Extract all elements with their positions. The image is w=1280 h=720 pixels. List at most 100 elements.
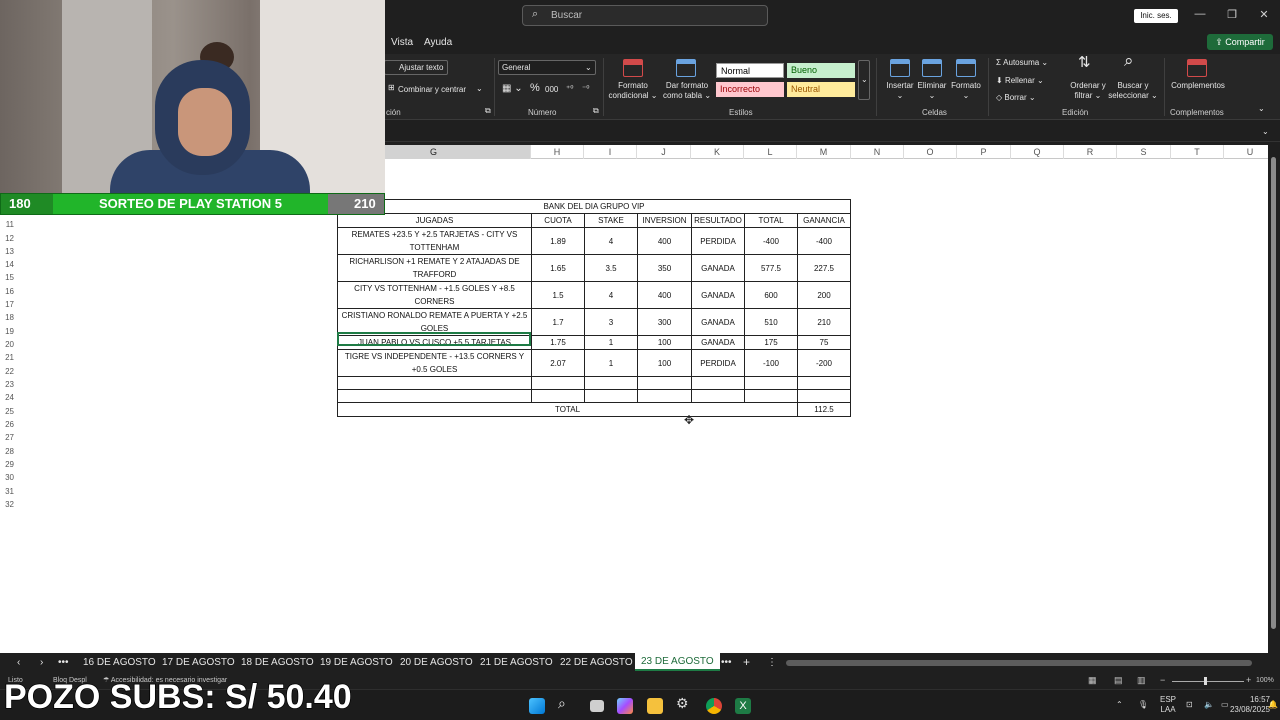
row-header[interactable]: 28 bbox=[0, 447, 16, 456]
style-neutral[interactable]: Neutral bbox=[787, 82, 855, 97]
worksheet[interactable]: GHIJKLMNOPQRSTU 567891011121314151617181… bbox=[0, 145, 1268, 653]
column-header[interactable]: H bbox=[531, 145, 584, 159]
add-sheet-icon[interactable]: + bbox=[743, 655, 750, 669]
bet-value-cell[interactable]: 2.07 bbox=[531, 349, 585, 377]
clock[interactable]: 16:57 23/08/2025 bbox=[1220, 695, 1270, 715]
style-normal[interactable]: Normal bbox=[716, 63, 784, 78]
bet-value-cell[interactable]: GANADA bbox=[691, 335, 745, 350]
close-icon[interactable]: ✕ bbox=[1256, 8, 1272, 21]
bet-value-cell[interactable]: 1.7 bbox=[531, 308, 585, 336]
sheet-tab[interactable]: 19 DE AGOSTO bbox=[320, 657, 393, 668]
bet-value-cell[interactable]: 75 bbox=[797, 335, 851, 350]
empty-cell[interactable] bbox=[531, 389, 585, 403]
header-cell[interactable]: CUOTA bbox=[531, 213, 585, 228]
copilot-icon[interactable] bbox=[617, 698, 633, 714]
file-explorer-icon[interactable] bbox=[647, 698, 663, 714]
chevron-down-icon[interactable]: ⌄ bbox=[476, 84, 483, 94]
header-cell[interactable]: STAKE bbox=[584, 213, 638, 228]
bet-description-cell[interactable]: TIGRE VS INDEPENDENTE - +13.5 CORNERS Y … bbox=[337, 349, 532, 377]
clear-button[interactable]: ◇ Borrar ⌄ bbox=[996, 93, 1036, 103]
row-header[interactable]: 27 bbox=[0, 433, 16, 442]
bet-value-cell[interactable]: PERDIDA bbox=[691, 349, 745, 377]
bet-value-cell[interactable]: 300 bbox=[637, 308, 692, 336]
header-cell[interactable]: INVERSION bbox=[637, 213, 692, 228]
row-header[interactable]: 23 bbox=[0, 380, 16, 389]
row-header[interactable]: 21 bbox=[0, 353, 16, 362]
excel-icon[interactable]: X bbox=[735, 698, 751, 714]
empty-cell[interactable] bbox=[744, 389, 798, 403]
bet-value-cell[interactable]: PERDIDA bbox=[691, 227, 745, 255]
bet-description-cell[interactable]: CRISTIANO RONALDO REMATE A PUERTA Y +2.5… bbox=[337, 308, 532, 336]
row-header[interactable]: 18 bbox=[0, 313, 16, 322]
empty-cell[interactable] bbox=[584, 376, 638, 390]
styles-more-button[interactable]: ⌄ bbox=[858, 60, 870, 100]
insert-button[interactable]: Insertar ⌄ bbox=[884, 81, 916, 101]
column-header[interactable]: O bbox=[904, 145, 957, 159]
page-break-icon[interactable]: ▥ bbox=[1137, 675, 1146, 686]
bet-description-cell[interactable]: REMATES +23.5 Y +2.5 TARJETAS - CITY VS … bbox=[337, 227, 532, 255]
row-header[interactable]: 30 bbox=[0, 473, 16, 482]
windows-start-icon[interactable] bbox=[529, 698, 545, 714]
number-format-select[interactable]: General ⌄ bbox=[498, 60, 596, 75]
chrome-icon[interactable] bbox=[706, 698, 722, 714]
bet-value-cell[interactable]: -100 bbox=[744, 349, 798, 377]
empty-cell[interactable] bbox=[584, 389, 638, 403]
more-sheets-icon[interactable]: ••• bbox=[58, 657, 69, 668]
thousands-icon[interactable]: 000 bbox=[545, 85, 558, 95]
bet-value-cell[interactable]: 1.5 bbox=[531, 281, 585, 309]
search-icon[interactable]: ⌕ bbox=[558, 695, 574, 711]
bet-value-cell[interactable]: 175 bbox=[744, 335, 798, 350]
format-button[interactable]: Formato ⌄ bbox=[949, 81, 983, 101]
row-header[interactable]: 15 bbox=[0, 273, 16, 282]
bet-value-cell[interactable]: 3.5 bbox=[584, 254, 638, 282]
header-cell[interactable]: GANANCIA bbox=[797, 213, 851, 228]
bet-value-cell[interactable]: 1.75 bbox=[531, 335, 585, 350]
bet-value-cell[interactable]: 577.5 bbox=[744, 254, 798, 282]
empty-cell[interactable] bbox=[744, 376, 798, 390]
column-header[interactable]: M bbox=[797, 145, 851, 159]
bet-value-cell[interactable]: 100 bbox=[637, 335, 692, 350]
search-box[interactable]: ⌕ Buscar bbox=[522, 5, 768, 26]
empty-cell[interactable] bbox=[691, 376, 745, 390]
row-header[interactable]: 13 bbox=[0, 247, 16, 256]
row-header[interactable]: 24 bbox=[0, 393, 16, 402]
total-value[interactable]: 112.5 bbox=[797, 402, 851, 417]
bet-value-cell[interactable]: 227.5 bbox=[797, 254, 851, 282]
wrap-text-button[interactable]: Ajustar texto bbox=[384, 60, 448, 75]
tab-ayuda[interactable]: Ayuda bbox=[424, 37, 452, 48]
zoom-in-icon[interactable]: + bbox=[1246, 675, 1251, 685]
row-header[interactable]: 29 bbox=[0, 460, 16, 469]
zoom-level[interactable]: 100% bbox=[1256, 677, 1274, 684]
table-format-button[interactable]: Dar formato como tabla ⌄ bbox=[660, 81, 714, 101]
bet-value-cell[interactable]: 1 bbox=[584, 335, 638, 350]
sheet-tab[interactable]: 21 DE AGOSTO bbox=[480, 657, 553, 668]
column-header[interactable]: I bbox=[584, 145, 637, 159]
column-header[interactable]: J bbox=[637, 145, 691, 159]
bet-value-cell[interactable]: 4 bbox=[584, 281, 638, 309]
column-header[interactable]: K bbox=[691, 145, 744, 159]
bet-value-cell[interactable]: 400 bbox=[637, 281, 692, 309]
bet-value-cell[interactable]: 4 bbox=[584, 227, 638, 255]
column-header[interactable]: R bbox=[1064, 145, 1117, 159]
bet-value-cell[interactable]: 200 bbox=[797, 281, 851, 309]
addins-button[interactable]: Complementos bbox=[1168, 81, 1228, 91]
share-button[interactable]: ⇪ Compartir bbox=[1207, 34, 1273, 50]
find-select-button[interactable]: Buscar y seleccionar ⌄ bbox=[1106, 81, 1160, 101]
bet-description-cell[interactable]: RICHARLISON +1 REMATE Y 2 ATAJADAS DE TR… bbox=[337, 254, 532, 282]
zoom-out-icon[interactable]: − bbox=[1160, 675, 1165, 685]
dialog-launcher-icon[interactable]: ⧉ bbox=[593, 106, 599, 116]
sort-filter-button[interactable]: Ordenar y filtrar ⌄ bbox=[1064, 81, 1112, 101]
empty-cell[interactable] bbox=[337, 376, 532, 390]
page-layout-icon[interactable]: ▤ bbox=[1114, 675, 1123, 686]
sheet-tab[interactable]: 16 DE AGOSTO bbox=[83, 657, 156, 668]
header-cell[interactable]: JUGADAS bbox=[337, 213, 532, 228]
dialog-launcher-icon[interactable]: ⧉ bbox=[485, 106, 491, 116]
bet-value-cell[interactable]: GANADA bbox=[691, 308, 745, 336]
tab-vista[interactable]: Vista bbox=[391, 37, 413, 48]
table-title[interactable]: BANK DEL DIA GRUPO VIP bbox=[337, 199, 851, 214]
header-cell[interactable]: RESULTADO bbox=[691, 213, 745, 228]
sheet-tab[interactable]: 17 DE AGOSTO bbox=[162, 657, 235, 668]
column-header[interactable]: P bbox=[957, 145, 1011, 159]
zoom-slider-thumb[interactable] bbox=[1204, 677, 1207, 685]
bet-value-cell[interactable]: GANADA bbox=[691, 254, 745, 282]
